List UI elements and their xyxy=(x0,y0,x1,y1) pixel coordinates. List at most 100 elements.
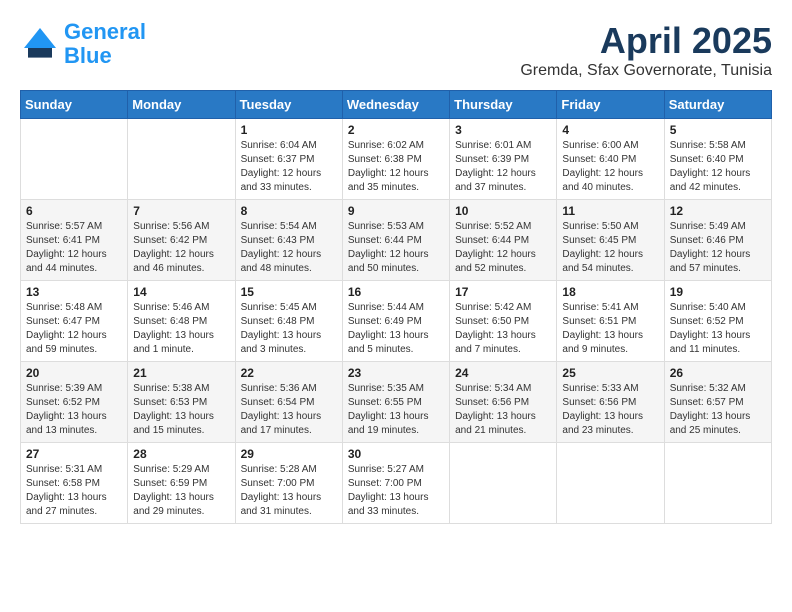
col-sunday: Sunday xyxy=(21,91,128,119)
cell-content: Sunrise: 5:34 AM Sunset: 6:56 PM Dayligh… xyxy=(455,382,551,438)
table-row: 14 Sunrise: 5:46 AM Sunset: 6:48 PM Dayl… xyxy=(128,281,235,362)
sunrise: Sunrise: 5:39 AM xyxy=(26,382,122,396)
sunrise: Sunrise: 5:28 AM xyxy=(241,463,337,477)
table-row: 2 Sunrise: 6:02 AM Sunset: 6:38 PM Dayli… xyxy=(342,119,449,200)
daylight: Daylight: 13 hours and 33 minutes. xyxy=(348,491,444,519)
logo-line2: Blue xyxy=(64,43,112,68)
sunset: Sunset: 6:47 PM xyxy=(26,315,122,329)
sunrise: Sunrise: 5:57 AM xyxy=(26,220,122,234)
cell-content: Sunrise: 5:58 AM Sunset: 6:40 PM Dayligh… xyxy=(670,139,766,195)
daylight: Daylight: 13 hours and 19 minutes. xyxy=(348,410,444,438)
page-header: General Blue April 2025 Gremda, Sfax Gov… xyxy=(20,20,772,80)
sunset: Sunset: 6:41 PM xyxy=(26,234,122,248)
day-number: 11 xyxy=(562,204,658,218)
daylight: Daylight: 13 hours and 31 minutes. xyxy=(241,491,337,519)
sunrise: Sunrise: 5:29 AM xyxy=(133,463,229,477)
cell-content: Sunrise: 5:50 AM Sunset: 6:45 PM Dayligh… xyxy=(562,220,658,276)
day-number: 15 xyxy=(241,285,337,299)
table-row: 8 Sunrise: 5:54 AM Sunset: 6:43 PM Dayli… xyxy=(235,200,342,281)
cell-content: Sunrise: 5:40 AM Sunset: 6:52 PM Dayligh… xyxy=(670,301,766,357)
day-number: 30 xyxy=(348,447,444,461)
sunset: Sunset: 6:48 PM xyxy=(241,315,337,329)
col-monday: Monday xyxy=(128,91,235,119)
table-row: 25 Sunrise: 5:33 AM Sunset: 6:56 PM Dayl… xyxy=(557,362,664,443)
cell-content: Sunrise: 5:52 AM Sunset: 6:44 PM Dayligh… xyxy=(455,220,551,276)
sunrise: Sunrise: 5:35 AM xyxy=(348,382,444,396)
sunset: Sunset: 6:40 PM xyxy=(562,153,658,167)
day-number: 24 xyxy=(455,366,551,380)
day-number: 2 xyxy=(348,123,444,137)
sunset: Sunset: 6:44 PM xyxy=(455,234,551,248)
cell-content: Sunrise: 5:36 AM Sunset: 6:54 PM Dayligh… xyxy=(241,382,337,438)
table-row: 22 Sunrise: 5:36 AM Sunset: 6:54 PM Dayl… xyxy=(235,362,342,443)
daylight: Daylight: 12 hours and 35 minutes. xyxy=(348,167,444,195)
daylight: Daylight: 12 hours and 40 minutes. xyxy=(562,167,658,195)
table-row: 18 Sunrise: 5:41 AM Sunset: 6:51 PM Dayl… xyxy=(557,281,664,362)
table-row: 23 Sunrise: 5:35 AM Sunset: 6:55 PM Dayl… xyxy=(342,362,449,443)
logo-text: General Blue xyxy=(64,20,146,68)
day-number: 27 xyxy=(26,447,122,461)
table-row: 26 Sunrise: 5:32 AM Sunset: 6:57 PM Dayl… xyxy=(664,362,771,443)
table-row: 7 Sunrise: 5:56 AM Sunset: 6:42 PM Dayli… xyxy=(128,200,235,281)
sunset: Sunset: 6:48 PM xyxy=(133,315,229,329)
sunset: Sunset: 6:45 PM xyxy=(562,234,658,248)
day-number: 3 xyxy=(455,123,551,137)
sunrise: Sunrise: 5:45 AM xyxy=(241,301,337,315)
sunset: Sunset: 6:52 PM xyxy=(26,396,122,410)
day-number: 12 xyxy=(670,204,766,218)
title-block: April 2025 Gremda, Sfax Governorate, Tun… xyxy=(520,20,772,80)
day-number: 25 xyxy=(562,366,658,380)
cell-content: Sunrise: 5:32 AM Sunset: 6:57 PM Dayligh… xyxy=(670,382,766,438)
table-row: 1 Sunrise: 6:04 AM Sunset: 6:37 PM Dayli… xyxy=(235,119,342,200)
sunset: Sunset: 6:57 PM xyxy=(670,396,766,410)
sunset: Sunset: 6:53 PM xyxy=(133,396,229,410)
daylight: Daylight: 12 hours and 59 minutes. xyxy=(26,329,122,357)
sunset: Sunset: 6:39 PM xyxy=(455,153,551,167)
daylight: Daylight: 12 hours and 50 minutes. xyxy=(348,248,444,276)
table-row: 12 Sunrise: 5:49 AM Sunset: 6:46 PM Dayl… xyxy=(664,200,771,281)
table-row: 28 Sunrise: 5:29 AM Sunset: 6:59 PM Dayl… xyxy=(128,443,235,524)
daylight: Daylight: 13 hours and 7 minutes. xyxy=(455,329,551,357)
cell-content: Sunrise: 5:56 AM Sunset: 6:42 PM Dayligh… xyxy=(133,220,229,276)
cell-content: Sunrise: 5:39 AM Sunset: 6:52 PM Dayligh… xyxy=(26,382,122,438)
sunrise: Sunrise: 6:04 AM xyxy=(241,139,337,153)
sunrise: Sunrise: 5:54 AM xyxy=(241,220,337,234)
daylight: Daylight: 13 hours and 27 minutes. xyxy=(26,491,122,519)
sunset: Sunset: 6:50 PM xyxy=(455,315,551,329)
day-number: 23 xyxy=(348,366,444,380)
sunrise: Sunrise: 5:44 AM xyxy=(348,301,444,315)
table-row: 30 Sunrise: 5:27 AM Sunset: 7:00 PM Dayl… xyxy=(342,443,449,524)
sunset: Sunset: 6:59 PM xyxy=(133,477,229,491)
sunset: Sunset: 6:56 PM xyxy=(562,396,658,410)
day-number: 19 xyxy=(670,285,766,299)
day-number: 8 xyxy=(241,204,337,218)
table-row: 5 Sunrise: 5:58 AM Sunset: 6:40 PM Dayli… xyxy=(664,119,771,200)
daylight: Daylight: 13 hours and 29 minutes. xyxy=(133,491,229,519)
cell-content: Sunrise: 5:31 AM Sunset: 6:58 PM Dayligh… xyxy=(26,463,122,519)
daylight: Daylight: 13 hours and 23 minutes. xyxy=(562,410,658,438)
sunset: Sunset: 6:44 PM xyxy=(348,234,444,248)
sunrise: Sunrise: 6:02 AM xyxy=(348,139,444,153)
day-number: 5 xyxy=(670,123,766,137)
cell-content: Sunrise: 5:29 AM Sunset: 6:59 PM Dayligh… xyxy=(133,463,229,519)
daylight: Daylight: 12 hours and 52 minutes. xyxy=(455,248,551,276)
sunrise: Sunrise: 5:53 AM xyxy=(348,220,444,234)
calendar-week-row: 27 Sunrise: 5:31 AM Sunset: 6:58 PM Dayl… xyxy=(21,443,772,524)
cell-content: Sunrise: 5:57 AM Sunset: 6:41 PM Dayligh… xyxy=(26,220,122,276)
cell-content: Sunrise: 5:54 AM Sunset: 6:43 PM Dayligh… xyxy=(241,220,337,276)
cell-content: Sunrise: 6:04 AM Sunset: 6:37 PM Dayligh… xyxy=(241,139,337,195)
table-row: 4 Sunrise: 6:00 AM Sunset: 6:40 PM Dayli… xyxy=(557,119,664,200)
logo-line1: General xyxy=(64,19,146,44)
cell-content: Sunrise: 6:02 AM Sunset: 6:38 PM Dayligh… xyxy=(348,139,444,195)
sunrise: Sunrise: 5:31 AM xyxy=(26,463,122,477)
sunset: Sunset: 6:58 PM xyxy=(26,477,122,491)
calendar-week-row: 1 Sunrise: 6:04 AM Sunset: 6:37 PM Dayli… xyxy=(21,119,772,200)
logo: General Blue xyxy=(20,20,146,68)
day-number: 4 xyxy=(562,123,658,137)
sunrise: Sunrise: 5:58 AM xyxy=(670,139,766,153)
col-wednesday: Wednesday xyxy=(342,91,449,119)
logo-icon xyxy=(20,24,60,64)
daylight: Daylight: 13 hours and 21 minutes. xyxy=(455,410,551,438)
cell-content: Sunrise: 5:38 AM Sunset: 6:53 PM Dayligh… xyxy=(133,382,229,438)
day-number: 20 xyxy=(26,366,122,380)
